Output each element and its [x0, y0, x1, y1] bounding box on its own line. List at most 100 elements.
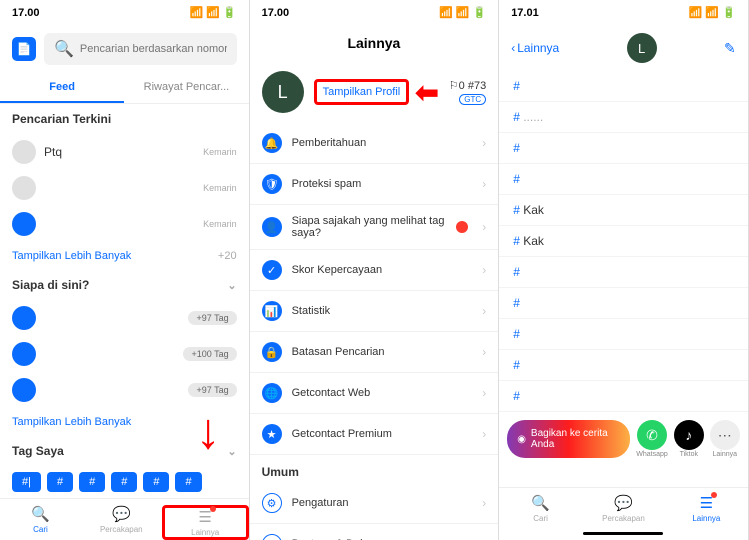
hash-item[interactable]: #: [499, 288, 748, 319]
show-more-label: Tampilkan Lebih Banyak: [12, 250, 131, 262]
signal-icon: 📶: [189, 6, 203, 19]
hash-icon: #: [513, 265, 520, 279]
edit-icon[interactable]: ✎: [724, 40, 736, 57]
notification-dot-icon: [210, 506, 216, 512]
nav-more[interactable]: ☰Lainnya: [665, 494, 748, 523]
recent-item[interactable]: PtqKemarin: [0, 134, 249, 170]
menu-label: Pengaturan: [292, 497, 473, 509]
tiktok-icon: ♪: [674, 420, 704, 450]
status-time: 17.01: [511, 7, 539, 19]
menu-label: Statistik: [292, 305, 473, 317]
hash-item[interactable]: # Kak: [499, 226, 748, 257]
hash-item[interactable]: #: [499, 164, 748, 195]
avatar-icon: [12, 140, 36, 164]
hash-item[interactable]: #: [499, 381, 748, 412]
show-profile-link[interactable]: Tampilkan Profil: [314, 79, 410, 105]
tag-chip[interactable]: #: [175, 472, 201, 492]
recent-item[interactable]: Kemarin: [0, 206, 249, 242]
whatsapp-share[interactable]: ✆Whatsapp: [636, 420, 668, 458]
hash-item[interactable]: #: [499, 71, 748, 102]
hash-text: Kak: [523, 234, 544, 248]
tag-chip[interactable]: #|: [12, 472, 41, 492]
alert-dot-icon: [456, 221, 468, 233]
who-item[interactable]: +100 Tag: [0, 336, 249, 372]
hash-item[interactable]: #: [499, 257, 748, 288]
magnifier-icon: 🔍: [31, 505, 50, 523]
menu-search-limit[interactable]: 🔒Batasan Pencarian›: [250, 332, 499, 373]
hash-item[interactable]: #: [499, 319, 748, 350]
hash-icon: #: [513, 203, 520, 217]
avatar-icon: [12, 306, 36, 330]
tag-chip[interactable]: #: [79, 472, 105, 492]
status-bar: 17.01 📶📶🔋: [499, 0, 748, 25]
hash-icon: #: [513, 389, 520, 403]
chevron-right-icon: ›: [482, 177, 486, 191]
nav-chat[interactable]: 💬Percakapan: [81, 505, 162, 540]
wifi-icon: 📶: [705, 6, 719, 19]
tiktok-share[interactable]: ♪Tiktok: [674, 420, 704, 458]
bottom-nav: 🔍Cari 💬Percakapan ☰Lainnya: [499, 487, 748, 529]
hash-icon: #: [513, 79, 520, 93]
recent-search-title: Pencarian Terkini: [0, 104, 249, 134]
status-icons: 📶📶🔋: [689, 6, 736, 19]
menu-label: Siapa sajakah yang melihat tag saya?: [292, 215, 447, 239]
wifi-icon: 📶: [206, 6, 220, 19]
tab-history[interactable]: Riwayat Pencar...: [124, 73, 248, 103]
person-icon: 👤: [262, 217, 282, 237]
battery-icon: 🔋: [472, 6, 486, 19]
recent-item[interactable]: Kemarin: [0, 170, 249, 206]
chevron-left-icon: ‹: [511, 41, 515, 55]
search-box[interactable]: 🔍: [44, 33, 237, 65]
back-button[interactable]: ‹Lainnya: [511, 41, 559, 55]
menu-trust-score[interactable]: ✓Skor Kepercayaan›: [250, 250, 499, 291]
chat-icon: 💬: [614, 494, 633, 512]
menu-spam-protection[interactable]: 🛡Proteksi spam›: [250, 164, 499, 205]
ig-share-label: Bagikan ke cerita Anda: [531, 428, 620, 450]
menu-label: Batasan Pencarian: [292, 346, 473, 358]
hash-item[interactable]: #: [499, 133, 748, 164]
menu-web[interactable]: 🌐Getcontact Web›: [250, 373, 499, 414]
menu-label: Pemberitahuan: [292, 137, 473, 149]
menu-notifications[interactable]: 🔔Pemberitahuan›: [250, 123, 499, 164]
avatar[interactable]: L: [262, 71, 304, 113]
nav-label: Cari: [33, 525, 48, 534]
tag-chip[interactable]: #: [143, 472, 169, 492]
menu-label: Proteksi spam: [292, 178, 473, 190]
avatar[interactable]: L: [627, 33, 657, 63]
search-input[interactable]: [80, 43, 227, 55]
nav-more[interactable]: ☰ Lainnya: [162, 505, 249, 540]
instagram-share-button[interactable]: ◉Bagikan ke cerita Anda: [507, 420, 630, 458]
hash-item[interactable]: #: [499, 350, 748, 381]
menu-statistics[interactable]: 📊Statistik›: [250, 291, 499, 332]
nav-search[interactable]: 🔍Cari: [499, 494, 582, 523]
profile-header-bar: ‹Lainnya L ✎: [499, 25, 748, 71]
who-item[interactable]: +97 Tag: [0, 300, 249, 336]
tag-chip[interactable]: #: [111, 472, 137, 492]
tag-chip[interactable]: #: [47, 472, 73, 492]
share-label: Whatsapp: [636, 451, 668, 458]
menu-support[interactable]: ✈Bantuan & Dukungan›: [250, 524, 499, 540]
chevron-down-icon[interactable]: ⌄: [227, 279, 236, 292]
chevron-right-icon: ›: [482, 136, 486, 150]
recent-meta: Kemarin: [203, 147, 237, 157]
app-badge-icon[interactable]: 📄: [12, 37, 36, 61]
menu-who-viewed[interactable]: 👤 Siapa sajakah yang melihat tag saya? ›: [250, 205, 499, 250]
menu-premium[interactable]: ★Getcontact Premium›: [250, 414, 499, 455]
nav-chat[interactable]: 💬Percakapan: [582, 494, 665, 523]
tab-feed[interactable]: Feed: [0, 73, 124, 103]
more-share[interactable]: ⋯Lainnya: [710, 420, 740, 458]
globe-icon: 🌐: [262, 383, 282, 403]
nav-label: Lainnya: [191, 528, 219, 537]
chevron-right-icon: ›: [482, 220, 486, 234]
status-time: 17.00: [12, 7, 40, 19]
chevron-down-icon[interactable]: ⌄: [227, 445, 236, 458]
show-more-link[interactable]: Tampilkan Lebih Banyak+20: [0, 242, 249, 270]
hash-item[interactable]: # ......: [499, 102, 748, 133]
hash-item[interactable]: # Kak: [499, 195, 748, 226]
menu-list: 🔔Pemberitahuan› 🛡Proteksi spam› 👤Siapa s…: [250, 123, 499, 455]
menu-icon: ☰: [198, 508, 211, 526]
nav-search[interactable]: 🔍 Cari: [0, 505, 81, 540]
recent-meta: Kemarin: [203, 219, 237, 229]
menu-settings[interactable]: ⚙Pengaturan›: [250, 483, 499, 524]
nav-label: Lainnya: [692, 514, 720, 523]
